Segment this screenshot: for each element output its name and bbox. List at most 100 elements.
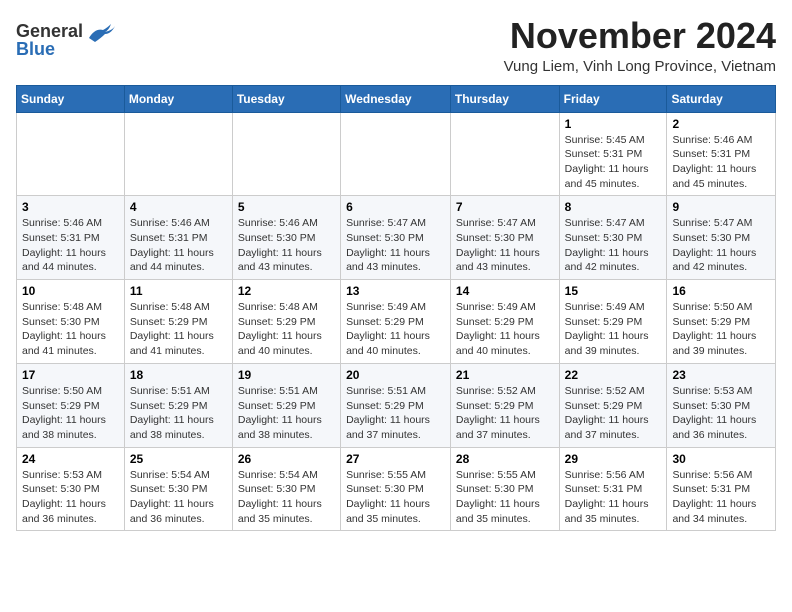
day-info: Sunrise: 5:54 AM Sunset: 5:30 PM Dayligh… (238, 468, 335, 527)
calendar-table: SundayMondayTuesdayWednesdayThursdayFrid… (16, 85, 776, 532)
location: Vung Liem, Vinh Long Province, Vietnam (504, 58, 776, 75)
day-info: Sunrise: 5:53 AM Sunset: 5:30 PM Dayligh… (672, 384, 770, 443)
day-info: Sunrise: 5:47 AM Sunset: 5:30 PM Dayligh… (565, 216, 662, 275)
day-number: 5 (238, 200, 335, 214)
column-header-friday: Friday (559, 85, 667, 112)
calendar-cell: 13 Sunrise: 5:49 AM Sunset: 5:29 PM Dayli… (341, 280, 451, 364)
day-number: 18 (130, 368, 227, 382)
day-info: Sunrise: 5:47 AM Sunset: 5:30 PM Dayligh… (456, 216, 554, 275)
day-info: Sunrise: 5:50 AM Sunset: 5:29 PM Dayligh… (672, 300, 770, 359)
day-number: 29 (565, 452, 662, 466)
calendar-cell (341, 112, 451, 196)
day-number: 8 (565, 200, 662, 214)
day-number: 10 (22, 284, 119, 298)
day-number: 6 (346, 200, 445, 214)
day-number: 25 (130, 452, 227, 466)
column-header-saturday: Saturday (667, 85, 776, 112)
calendar-cell: 3 Sunrise: 5:46 AM Sunset: 5:31 PM Daylig… (17, 196, 125, 280)
calendar-cell: 28Sunrise: 5:55 AM Sunset: 5:30 PM Dayli… (450, 447, 559, 531)
day-info: Sunrise: 5:49 AM Sunset: 5:29 PM Dayligh… (346, 300, 445, 359)
logo-general: General (16, 22, 83, 40)
calendar-cell: 20 Sunrise: 5:51 AM Sunset: 5:29 PM Dayli… (341, 363, 451, 447)
calendar-cell: 21 Sunrise: 5:52 AM Sunset: 5:29 PM Dayli… (450, 363, 559, 447)
day-info: Sunrise: 5:47 AM Sunset: 5:30 PM Dayligh… (346, 216, 445, 275)
day-info: Sunrise: 5:51 AM Sunset: 5:29 PM Dayligh… (238, 384, 335, 443)
calendar-cell: 9Sunrise: 5:47 AM Sunset: 5:30 PM Daylig… (667, 196, 776, 280)
day-number: 30 (672, 452, 770, 466)
calendar-cell: 14 Sunrise: 5:49 AM Sunset: 5:29 PM Dayli… (450, 280, 559, 364)
day-info: Sunrise: 5:56 AM Sunset: 5:31 PM Dayligh… (672, 468, 770, 527)
logo-bird-icon (85, 20, 115, 50)
calendar-cell: 16 Sunrise: 5:50 AM Sunset: 5:29 PM Dayli… (667, 280, 776, 364)
day-info: Sunrise: 5:48 AM Sunset: 5:30 PM Dayligh… (22, 300, 119, 359)
day-number: 7 (456, 200, 554, 214)
day-number: 22 (565, 368, 662, 382)
day-info: Sunrise: 5:54 AM Sunset: 5:30 PM Dayligh… (130, 468, 227, 527)
week-row-4: 17Sunrise: 5:50 AM Sunset: 5:29 PM Dayli… (17, 363, 776, 447)
day-number: 12 (238, 284, 335, 298)
day-number: 4 (130, 200, 227, 214)
calendar-cell: 1 Sunrise: 5:45 AM Sunset: 5:31 PM Daylig… (559, 112, 667, 196)
day-number: 26 (238, 452, 335, 466)
day-info: Sunrise: 5:55 AM Sunset: 5:30 PM Dayligh… (456, 468, 554, 527)
column-header-monday: Monday (124, 85, 232, 112)
calendar-cell: 22 Sunrise: 5:52 AM Sunset: 5:29 PM Dayli… (559, 363, 667, 447)
day-info: Sunrise: 5:53 AM Sunset: 5:30 PM Dayligh… (22, 468, 119, 527)
calendar-cell: 2 Sunrise: 5:46 AM Sunset: 5:31 PM Daylig… (667, 112, 776, 196)
day-number: 23 (672, 368, 770, 382)
calendar-cell (17, 112, 125, 196)
day-info: Sunrise: 5:49 AM Sunset: 5:29 PM Dayligh… (456, 300, 554, 359)
day-number: 15 (565, 284, 662, 298)
calendar-cell: 24Sunrise: 5:53 AM Sunset: 5:30 PM Dayli… (17, 447, 125, 531)
logo: General Blue (16, 20, 115, 60)
day-number: 20 (346, 368, 445, 382)
day-info: Sunrise: 5:46 AM Sunset: 5:31 PM Dayligh… (672, 133, 770, 192)
day-number: 14 (456, 284, 554, 298)
calendar-cell: 7 Sunrise: 5:47 AM Sunset: 5:30 PM Daylig… (450, 196, 559, 280)
calendar-cell: 12Sunrise: 5:48 AM Sunset: 5:29 PM Dayli… (232, 280, 340, 364)
calendar-cell: 15 Sunrise: 5:49 AM Sunset: 5:29 PM Dayli… (559, 280, 667, 364)
day-info: Sunrise: 5:56 AM Sunset: 5:31 PM Dayligh… (565, 468, 662, 527)
calendar-cell: 19 Sunrise: 5:51 AM Sunset: 5:29 PM Dayli… (232, 363, 340, 447)
day-number: 1 (565, 117, 662, 131)
calendar-cell: 8 Sunrise: 5:47 AM Sunset: 5:30 PM Daylig… (559, 196, 667, 280)
week-row-3: 10 Sunrise: 5:48 AM Sunset: 5:30 PM Dayli… (17, 280, 776, 364)
day-number: 19 (238, 368, 335, 382)
calendar-cell (232, 112, 340, 196)
day-info: Sunrise: 5:47 AM Sunset: 5:30 PM Dayligh… (672, 216, 770, 275)
calendar-cell: 4Sunrise: 5:46 AM Sunset: 5:31 PM Daylig… (124, 196, 232, 280)
week-row-2: 3 Sunrise: 5:46 AM Sunset: 5:31 PM Daylig… (17, 196, 776, 280)
page-header: General Blue November 2024 Vung Liem, Vi… (16, 16, 776, 75)
day-info: Sunrise: 5:52 AM Sunset: 5:29 PM Dayligh… (456, 384, 554, 443)
day-info: Sunrise: 5:51 AM Sunset: 5:29 PM Dayligh… (130, 384, 227, 443)
calendar-cell: 23 Sunrise: 5:53 AM Sunset: 5:30 PM Dayli… (667, 363, 776, 447)
day-info: Sunrise: 5:51 AM Sunset: 5:29 PM Dayligh… (346, 384, 445, 443)
day-info: Sunrise: 5:45 AM Sunset: 5:31 PM Dayligh… (565, 133, 662, 192)
day-info: Sunrise: 5:46 AM Sunset: 5:31 PM Dayligh… (22, 216, 119, 275)
day-info: Sunrise: 5:46 AM Sunset: 5:30 PM Dayligh… (238, 216, 335, 275)
header-row: SundayMondayTuesdayWednesdayThursdayFrid… (17, 85, 776, 112)
calendar-cell: 27 Sunrise: 5:55 AM Sunset: 5:30 PM Dayli… (341, 447, 451, 531)
day-number: 3 (22, 200, 119, 214)
calendar-cell: 30 Sunrise: 5:56 AM Sunset: 5:31 PM Dayli… (667, 447, 776, 531)
calendar-cell: 29 Sunrise: 5:56 AM Sunset: 5:31 PM Dayli… (559, 447, 667, 531)
calendar-cell: 10 Sunrise: 5:48 AM Sunset: 5:30 PM Dayli… (17, 280, 125, 364)
week-row-1: 1 Sunrise: 5:45 AM Sunset: 5:31 PM Daylig… (17, 112, 776, 196)
week-row-5: 24Sunrise: 5:53 AM Sunset: 5:30 PM Dayli… (17, 447, 776, 531)
calendar-cell: 26 Sunrise: 5:54 AM Sunset: 5:30 PM Dayli… (232, 447, 340, 531)
day-number: 16 (672, 284, 770, 298)
column-header-thursday: Thursday (450, 85, 559, 112)
day-number: 13 (346, 284, 445, 298)
day-number: 21 (456, 368, 554, 382)
day-info: Sunrise: 5:49 AM Sunset: 5:29 PM Dayligh… (565, 300, 662, 359)
day-info: Sunrise: 5:48 AM Sunset: 5:29 PM Dayligh… (130, 300, 227, 359)
day-info: Sunrise: 5:50 AM Sunset: 5:29 PM Dayligh… (22, 384, 119, 443)
day-info: Sunrise: 5:52 AM Sunset: 5:29 PM Dayligh… (565, 384, 662, 443)
column-header-tuesday: Tuesday (232, 85, 340, 112)
day-info: Sunrise: 5:55 AM Sunset: 5:30 PM Dayligh… (346, 468, 445, 527)
calendar-cell: 17Sunrise: 5:50 AM Sunset: 5:29 PM Dayli… (17, 363, 125, 447)
day-number: 2 (672, 117, 770, 131)
calendar-cell: 25 Sunrise: 5:54 AM Sunset: 5:30 PM Dayli… (124, 447, 232, 531)
calendar-cell: 11Sunrise: 5:48 AM Sunset: 5:29 PM Dayli… (124, 280, 232, 364)
day-number: 27 (346, 452, 445, 466)
